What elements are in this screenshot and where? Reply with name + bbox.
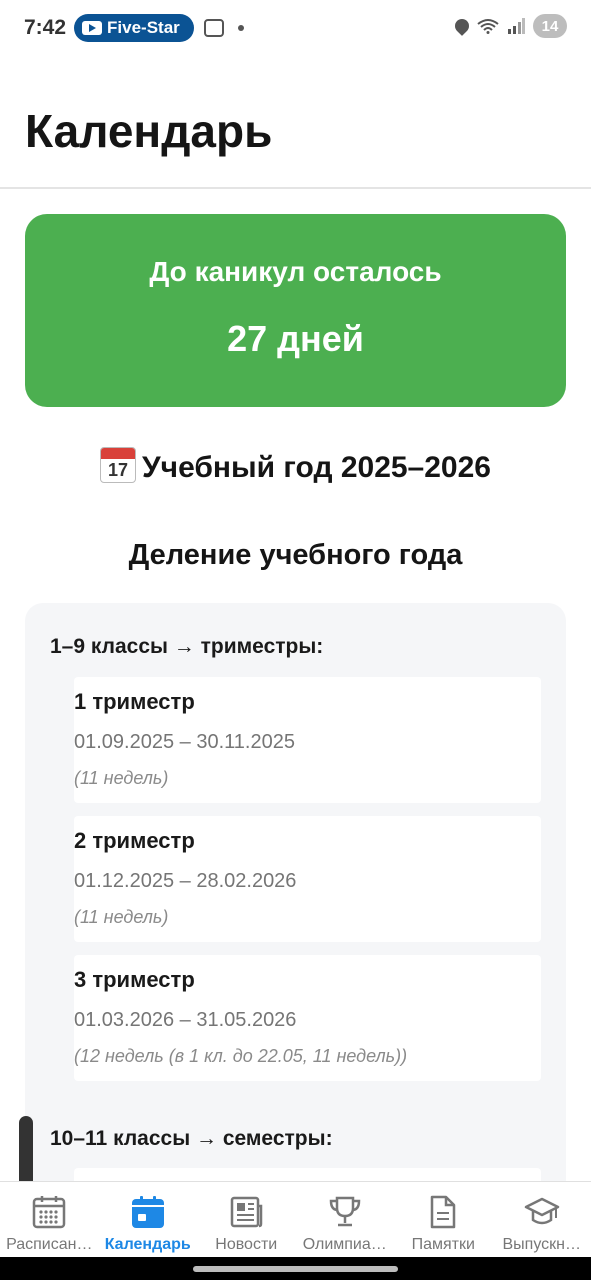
status-bar: 7:42 Five-Star 14: [0, 0, 591, 56]
more-notifications-dot: [238, 25, 245, 31]
bottom-navigation: Расписан… Календарь Новости Олимпиа… Пам…: [0, 1181, 591, 1257]
calendar-emoji-icon: 17: [100, 447, 136, 483]
term-weeks: (11 недель): [74, 907, 169, 927]
wifi-icon: [477, 19, 499, 34]
nav-item-schedule[interactable]: Расписан…: [0, 1182, 99, 1257]
countdown-label: До каникул осталось: [149, 256, 442, 287]
nav-label: Олимпиа…: [302, 1236, 387, 1253]
group-label-trimesters: 1–9 классы → триместры:: [50, 635, 324, 658]
trophy-icon: [325, 1192, 365, 1232]
header-divider: [0, 187, 591, 189]
calendar-icon: [128, 1192, 168, 1232]
year-division-panel: 1–9 классы → триместры: 1 триместр 01.09…: [25, 603, 566, 1203]
term-name: 3 триместр: [74, 967, 195, 992]
countdown-value: 27 дней: [227, 318, 364, 359]
term-card: 1 триместр 01.09.2025 – 30.11.2025 (11 н…: [74, 677, 541, 803]
location-icon: [452, 16, 472, 36]
term-dates: 01.09.2025 – 30.11.2025: [74, 731, 295, 753]
notification-app-name: Five-Star: [107, 18, 180, 37]
vacation-countdown-card: До каникул осталось 27 дней: [25, 214, 566, 407]
nav-label: Календарь: [104, 1236, 191, 1253]
newspaper-icon: [226, 1192, 266, 1232]
home-gesture-handle[interactable]: [193, 1266, 398, 1272]
nav-item-memos[interactable]: Памятки: [394, 1182, 493, 1257]
document-icon: [423, 1192, 463, 1232]
nav-label: Новости: [215, 1236, 278, 1253]
term-weeks: (12 недель (в 1 кл. до 22.05, 11 недель)…: [74, 1046, 408, 1066]
nav-label: Памятки: [411, 1236, 475, 1253]
group-label-semesters: 10–11 классы → семестры:: [50, 1127, 333, 1150]
term-card: 3 триместр 01.03.2026 – 31.05.2026 (12 н…: [74, 955, 541, 1081]
screenshot-icon: [204, 19, 225, 37]
school-year-label: Учебный год 2025–2026: [142, 451, 491, 484]
calendar-grid-icon: [29, 1192, 69, 1232]
scroll-handle[interactable]: [19, 1116, 33, 1188]
status-time: 7:42: [24, 16, 67, 39]
term-name: 1 триместр: [74, 689, 195, 714]
nav-item-calendar[interactable]: Календарь: [99, 1182, 198, 1257]
term-weeks: (11 недель): [74, 768, 169, 788]
nav-label: Расписан…: [6, 1236, 93, 1253]
nav-label: Выпускн…: [502, 1236, 582, 1253]
nav-item-news[interactable]: Новости: [197, 1182, 296, 1257]
youtube-icon: [82, 21, 103, 35]
nav-item-olympiads[interactable]: Олимпиа…: [296, 1182, 395, 1257]
term-dates: 01.03.2026 – 31.05.2026: [74, 1009, 297, 1031]
nav-item-graduates[interactable]: Выпускн…: [493, 1182, 591, 1257]
division-section-title: Деление учебного года: [128, 539, 463, 571]
youtube-notification: Five-Star: [74, 14, 195, 42]
battery-indicator: 14: [533, 14, 567, 38]
school-year-title: 17 Учебный год 2025–2026: [0, 447, 591, 485]
term-dates: 01.12.2025 – 28.02.2026: [74, 870, 297, 892]
term-name: 2 триместр: [74, 828, 195, 853]
term-card: 2 триместр 01.12.2025 – 28.02.2026 (11 н…: [74, 816, 541, 942]
signal-icon: [508, 18, 525, 34]
page-title: Календарь: [25, 105, 273, 157]
graduation-cap-icon: [522, 1192, 562, 1232]
status-icons: 14: [452, 14, 567, 38]
system-gesture-bar: [0, 1257, 591, 1280]
